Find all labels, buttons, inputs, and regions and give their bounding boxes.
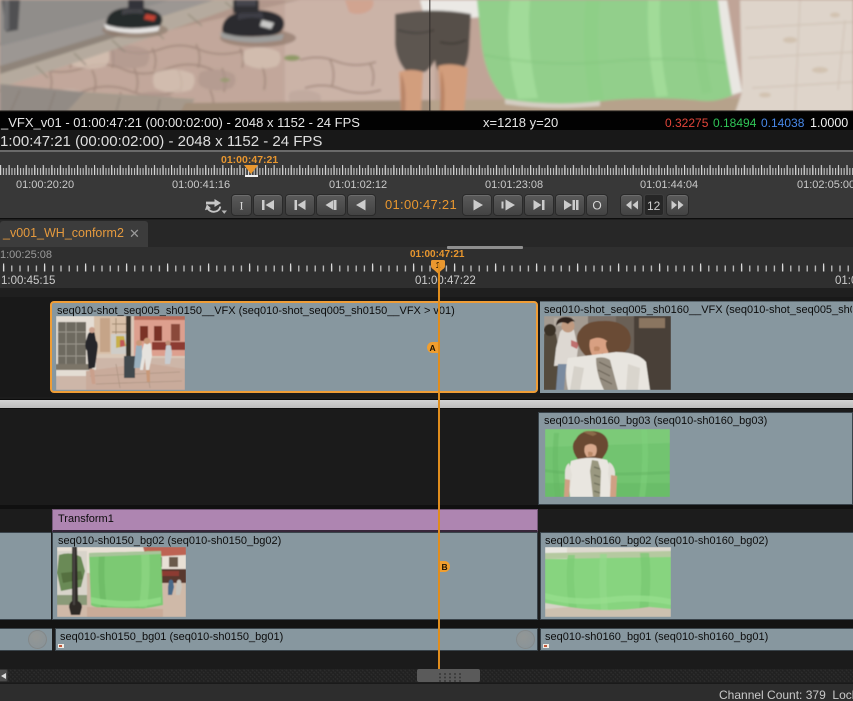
svg-text:I: I [240,199,244,213]
svg-text:O: O [592,199,601,213]
